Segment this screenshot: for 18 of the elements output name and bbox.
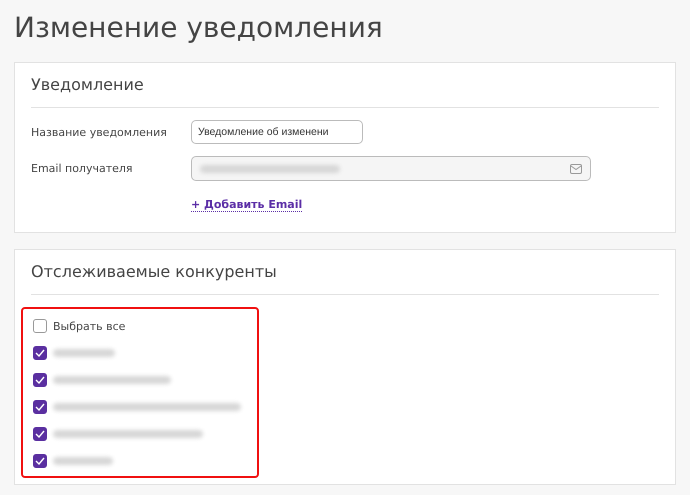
card-heading: Уведомление — [31, 74, 145, 96]
add-email-link[interactable]: + Добавить Email — [191, 198, 302, 212]
email-field[interactable] — [191, 156, 591, 181]
field-label: Email получателя — [31, 162, 134, 175]
checkbox[interactable] — [33, 427, 47, 441]
redacted-text — [53, 457, 113, 465]
checkbox[interactable] — [33, 373, 47, 387]
page-title: Изменение уведомления — [14, 10, 384, 46]
checkbox-label: Выбрать все — [53, 320, 126, 332]
field-label: Название уведомления — [31, 126, 168, 138]
mail-icon — [570, 164, 582, 174]
card-heading: Отслеживаемые конкуренты — [31, 261, 278, 283]
checkbox[interactable] — [33, 319, 47, 333]
checkbox[interactable] — [33, 454, 47, 468]
name-field[interactable]: Уведомление об изменени — [191, 120, 363, 144]
checkbox[interactable] — [33, 346, 47, 360]
checkbox[interactable] — [33, 400, 47, 414]
redacted-text — [53, 349, 115, 357]
